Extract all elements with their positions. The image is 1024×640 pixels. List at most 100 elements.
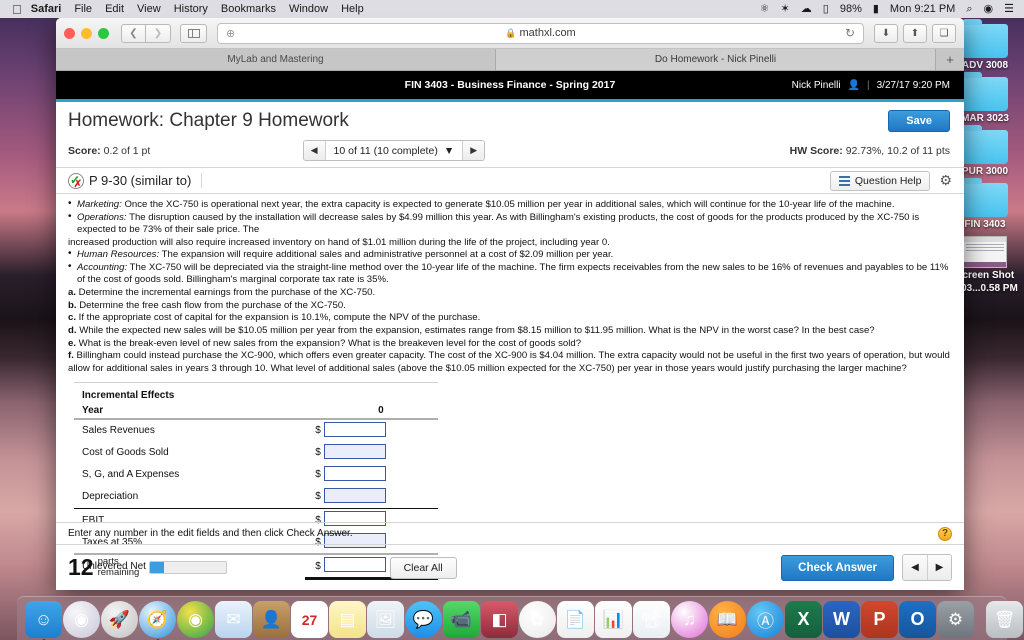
itunes-icon[interactable]: ♫: [671, 601, 708, 638]
menu-item-window[interactable]: Window: [289, 3, 328, 15]
clear-all-button[interactable]: Clear All: [389, 556, 457, 579]
dock-icon-glyph: ▤: [339, 609, 356, 629]
ibooks-icon[interactable]: 📖: [709, 601, 746, 638]
calendar-icon[interactable]: 27: [291, 601, 328, 638]
close-window-button[interactable]: [64, 27, 75, 39]
appstore-icon[interactable]: Ⓐ: [747, 601, 784, 638]
menu-item-safari[interactable]: Safari: [31, 3, 62, 15]
apple-menu-icon[interactable]: : [12, 3, 22, 16]
address-bar[interactable]: ⊕ 🔒 mathxl.com ↻: [217, 22, 864, 44]
input-depreciation[interactable]: [323, 487, 386, 503]
pages-icon[interactable]: 📄: [557, 601, 594, 638]
currency-symbol: $: [315, 447, 321, 459]
gear-icon[interactable]: ⚙: [939, 172, 952, 189]
paragraph-text: Once the XC-750 is operational next year…: [121, 199, 895, 210]
parts-count: 12: [68, 554, 94, 580]
safari-window: ❮ ❯ ⊕ 🔒 mathxl.com ↻ ⬇ ⬆ ❑ MyLab and Mas…: [56, 18, 964, 590]
bluetooth-icon[interactable]: ✶: [781, 3, 790, 15]
notes-icon[interactable]: ▤: [329, 601, 366, 638]
new-tab-button[interactable]: +: [936, 49, 964, 70]
list-icon: [838, 175, 850, 186]
table-row: Cost of Goods Sold $: [74, 442, 438, 464]
question-paragraph: Accounting: The XC-750 will be depreciat…: [68, 261, 952, 286]
maximize-window-button[interactable]: [98, 27, 109, 39]
spotlight-search-icon[interactable]: ⌕: [966, 3, 972, 15]
menu-item-history[interactable]: History: [174, 3, 208, 15]
trash-icon[interactable]: 🗑: [986, 601, 1023, 638]
question-paragraph: increased production will also require i…: [68, 237, 952, 249]
battery-icon[interactable]: ▮: [873, 3, 879, 15]
mail-icon[interactable]: ✉: [215, 601, 252, 638]
table-row: Sales Revenues $: [74, 419, 438, 442]
show-tabs-icon[interactable]: ❑: [932, 23, 956, 43]
question-label: P 9-30 (similar to): [89, 173, 203, 188]
finder-icon[interactable]: ☺: [25, 601, 62, 640]
input-cost-of-goods-sold[interactable]: [323, 443, 386, 459]
wifi-icon[interactable]: ☁: [801, 3, 812, 15]
outlook-icon[interactable]: O: [899, 601, 936, 638]
dock-icon-glyph: 📄: [564, 609, 587, 629]
check-answer-button[interactable]: Check Answer: [781, 554, 894, 581]
user-name[interactable]: Nick Pinelli: [792, 80, 841, 91]
input-sales-revenues[interactable]: [323, 421, 386, 437]
table-header-year: Year: [82, 404, 104, 416]
dock-icon-glyph: ⚙: [947, 609, 964, 629]
question-help-button[interactable]: Question Help: [829, 170, 931, 191]
instruction-bar: Enter any number in the edit fields and …: [56, 522, 964, 544]
add-bookmark-icon[interactable]: ⊕: [226, 27, 235, 40]
tab-do-homework[interactable]: Do Homework - Nick Pinelli: [496, 49, 936, 70]
tab-mylab-and-mastering[interactable]: MyLab and Mastering: [56, 49, 496, 70]
downloads-icon[interactable]: ⬇: [874, 23, 898, 43]
share-icon[interactable]: ⬆: [903, 23, 927, 43]
currency-symbol: $: [315, 469, 321, 481]
siri-icon[interactable]: ◉: [984, 3, 994, 15]
notification-center-icon[interactable]: ☰: [1004, 3, 1014, 15]
next-question-button[interactable]: ▶: [462, 141, 485, 160]
question-select[interactable]: 10 of 11 (10 complete) ▼: [325, 141, 463, 160]
vpn-icon[interactable]: ⚛: [760, 3, 770, 15]
minimize-window-button[interactable]: [81, 27, 92, 39]
help-icon[interactable]: ?: [938, 526, 952, 541]
messages-icon[interactable]: 💬: [405, 601, 442, 638]
item-letter: d.: [68, 325, 77, 337]
footer-prev-button[interactable]: ◀: [903, 555, 927, 580]
table-row: Depreciation $: [74, 486, 438, 508]
airplay-icon[interactable]: ▯: [823, 3, 829, 15]
menu-item-file[interactable]: File: [74, 3, 92, 15]
photos-icon[interactable]: ✿: [519, 601, 556, 638]
excel-icon[interactable]: X: [785, 601, 822, 638]
sidebar-toggle-button[interactable]: [180, 23, 207, 43]
safari-icon[interactable]: 🧭: [139, 601, 176, 640]
prev-question-button[interactable]: ◀: [303, 141, 326, 160]
dock-icon-glyph: ◉: [188, 609, 203, 629]
menu-item-view[interactable]: View: [137, 3, 161, 15]
siri-icon[interactable]: ◉: [63, 601, 100, 638]
word-icon[interactable]: W: [823, 601, 860, 638]
progress-bar: [149, 561, 228, 574]
menu-item-edit[interactable]: Edit: [105, 3, 124, 15]
menubar-clock[interactable]: Mon 9:21 PM: [890, 3, 955, 15]
photobooth-icon[interactable]: ◧: [481, 601, 518, 638]
chrome-icon[interactable]: ◉: [177, 601, 214, 638]
header-timestamp: 3/27/17 9:20 PM: [876, 79, 950, 91]
menu-item-help[interactable]: Help: [341, 3, 364, 15]
photos-preview-icon[interactable]: 🖼: [367, 601, 404, 638]
dock-icon-glyph: O: [910, 609, 925, 629]
reload-icon[interactable]: ↻: [845, 26, 855, 40]
numbers-icon[interactable]: 📊: [595, 601, 632, 638]
powerpoint-icon[interactable]: P: [861, 601, 898, 638]
keynote-icon[interactable]: 📽: [633, 601, 670, 638]
back-button[interactable]: ❮: [121, 23, 146, 43]
footer-next-button[interactable]: ▶: [927, 555, 951, 580]
dock-icon-glyph: 👤: [260, 609, 283, 629]
contacts-icon[interactable]: 👤: [253, 601, 290, 638]
system-preferences-icon[interactable]: ⚙: [937, 601, 974, 638]
menu-item-bookmarks[interactable]: Bookmarks: [221, 3, 276, 15]
launchpad-icon[interactable]: 🚀: [101, 601, 138, 638]
save-button[interactable]: Save: [888, 110, 950, 132]
forward-button[interactable]: ❯: [146, 23, 171, 43]
facetime-icon[interactable]: 📹: [443, 601, 480, 638]
input-sga-expenses[interactable]: [323, 465, 386, 481]
dock-icon-glyph: 🖼: [374, 609, 397, 629]
table-header-year-value: 0: [378, 404, 384, 416]
